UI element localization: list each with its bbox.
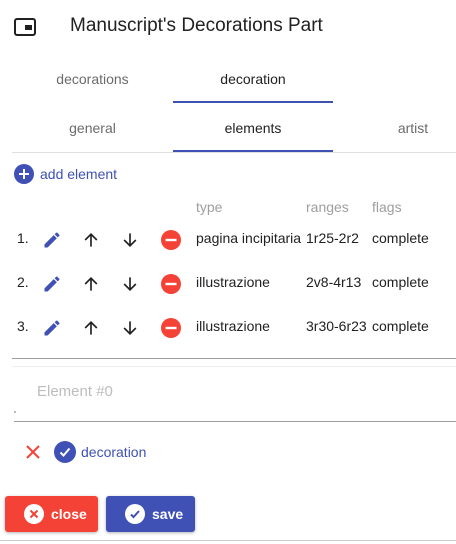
remove-icon[interactable] [158,315,184,341]
decoration-save-button[interactable]: decoration [54,440,146,464]
row-number: 1. [17,230,29,246]
element-editor-placeholder: Element #0 [37,383,113,400]
tab-artist[interactable]: artist [333,104,456,152]
close-button[interactable]: close [5,496,98,532]
dialog-window-icon [14,18,36,36]
divider [0,540,456,541]
column-header-type: type [196,199,223,215]
add-element-button[interactable]: add element [14,163,117,185]
edit-icon[interactable] [39,315,65,341]
row-number: 3. [17,318,29,334]
row-type: illustrazione [196,274,270,290]
outer-tabbar: decorations decoration [12,55,456,103]
divider [12,358,456,359]
check-circle-icon [54,441,76,463]
column-header-ranges: ranges [306,199,349,215]
edit-icon[interactable] [39,227,65,253]
tab-decoration[interactable]: decoration [173,55,333,103]
column-header-flags: flags [372,199,402,215]
arrow-up-icon[interactable] [78,271,104,297]
row-flags: complete [372,230,429,246]
row-ranges: 1r25-2r2 [306,230,359,246]
add-element-label: add element [40,166,118,182]
tab-general[interactable]: general [12,104,173,152]
row-ranges: 2v8-4r13 [306,274,362,290]
tab-elements[interactable]: elements [173,104,333,152]
save-button-label: save [152,506,184,522]
arrow-down-icon[interactable] [117,315,143,341]
row-type: illustrazione [196,318,270,334]
row-number: 2. [17,274,29,290]
arrow-up-icon[interactable] [78,315,104,341]
check-circle-icon [125,504,145,524]
field-marker [14,411,16,413]
arrow-down-icon[interactable] [117,227,143,253]
page-title: Manuscript's Decorations Part [70,15,323,36]
row-flags: complete [372,318,429,334]
table-row: 3. illustrazione 3r30-6r23 complete [0,306,456,350]
table-row: 2. illustrazione 2v8-4r13 complete [0,262,456,306]
row-flags: complete [372,274,429,290]
tab-decorations[interactable]: decorations [12,55,173,103]
remove-icon[interactable] [158,271,184,297]
dialog-header: Manuscript's Decorations Part [0,0,456,52]
arrow-up-icon[interactable] [78,227,104,253]
row-type: pagina incipitaria [196,230,302,246]
cancel-circle-icon [24,504,44,524]
close-button-label: close [51,506,87,522]
edit-icon[interactable] [39,271,65,297]
close-icon[interactable] [24,443,42,461]
decoration-label: decoration [81,444,147,460]
arrow-down-icon[interactable] [117,271,143,297]
row-ranges: 3r30-6r23 [306,318,367,334]
save-button[interactable]: save [106,496,195,532]
divider [12,366,456,367]
element-editor-field[interactable]: Element #0 [14,370,456,422]
add-circle-icon [14,164,34,184]
remove-icon[interactable] [158,227,184,253]
table-row: 1. pagina incipitaria 1r25-2r2 complete [0,218,456,262]
inner-tabbar: general elements artist [12,104,456,153]
